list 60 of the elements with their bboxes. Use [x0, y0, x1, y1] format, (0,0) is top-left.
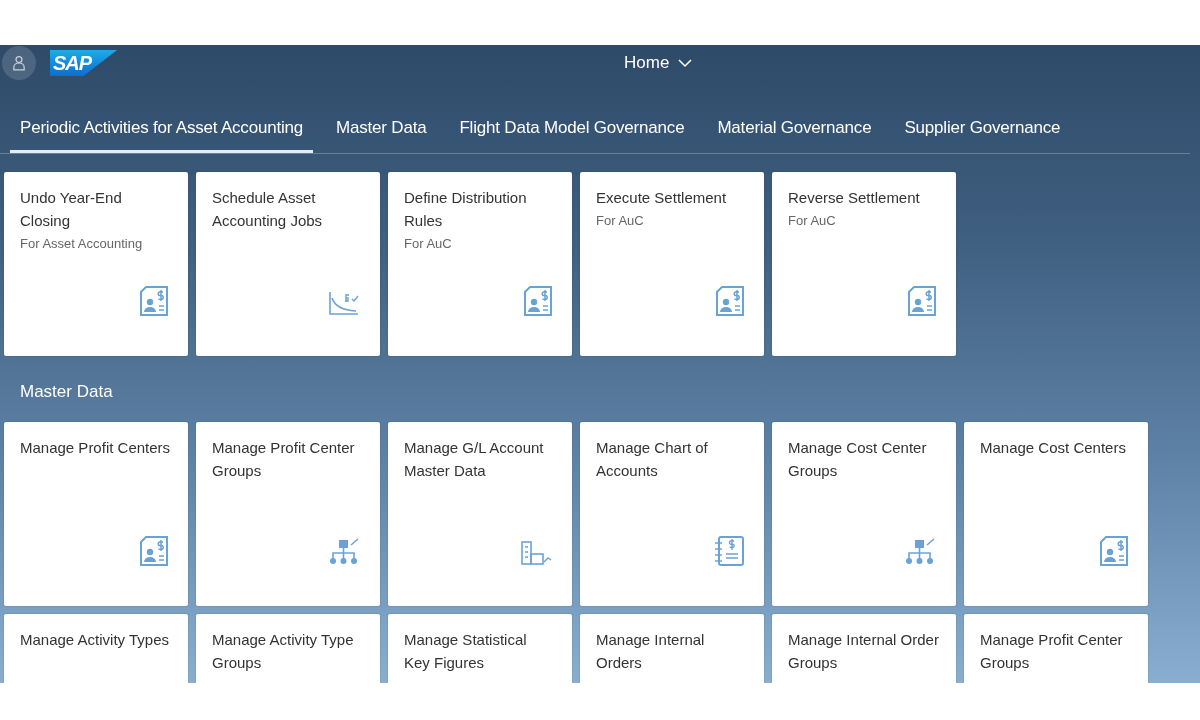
document-dollar-icon: [140, 536, 168, 566]
section-tab[interactable]: Material Governance: [707, 112, 882, 153]
app-tile[interactable]: Manage Profit Centers: [4, 422, 188, 606]
document-dollar-icon: [716, 286, 744, 316]
curve-chart-icon: [328, 290, 360, 316]
app-tile[interactable]: Manage Internal Order Groups: [772, 614, 956, 683]
tile-title: Execute Settlement: [596, 188, 728, 208]
user-icon: [13, 55, 25, 71]
ledger-icon: [714, 536, 744, 566]
tile-title: Manage G/L Account Master Data: [404, 438, 545, 481]
hierarchy-icon: [328, 538, 360, 566]
tile-title: Manage Profit Center Groups: [212, 438, 356, 481]
tile-title: Reverse Settlement: [788, 188, 921, 208]
tile-title: Manage Internal Order Groups: [788, 630, 940, 673]
building-icon: [520, 540, 552, 566]
tile-title: Manage Profit Center Groups: [980, 630, 1124, 673]
section-tab[interactable]: Master Data: [326, 112, 437, 153]
tile-title: Manage Chart of Accounts: [596, 438, 709, 481]
tile-title: Manage Statistical Key Figures: [404, 630, 528, 673]
tile-title: Undo Year-End Closing: [20, 188, 123, 231]
chevron-down-icon[interactable]: [677, 58, 694, 68]
section-title: Master Data: [19, 381, 114, 403]
document-dollar-icon: [524, 286, 552, 316]
tile-title: Manage Activity Types: [20, 630, 170, 650]
section-tab[interactable]: Flight Data Model Governance: [449, 112, 695, 153]
logo[interactable]: SAP: [50, 50, 118, 76]
app-tile[interactable]: Manage Activity Type Groups: [196, 614, 380, 683]
app-tile[interactable]: Manage Internal Orders: [580, 614, 764, 683]
tile-title: Manage Internal Orders: [596, 630, 706, 673]
user-avatar[interactable]: [2, 46, 36, 80]
app-tile[interactable]: Manage Statistical Key Figures: [388, 614, 572, 683]
app-tile[interactable]: Manage G/L Account Master Data: [388, 422, 572, 606]
tile-title: Define Distribution Rules: [404, 188, 528, 231]
tile-subtitle: For Asset Accounting: [20, 235, 144, 253]
app-tile[interactable]: Undo Year-End Closing For Asset Accounting: [4, 172, 188, 356]
tile-subtitle: For AuC: [788, 212, 837, 230]
app-tile[interactable]: Manage Profit Center Groups: [196, 422, 380, 606]
tile-title: Schedule Asset Accounting Jobs: [212, 188, 324, 231]
app-tile[interactable]: Manage Chart of Accounts: [580, 422, 764, 606]
tile-title: Manage Profit Centers: [20, 438, 172, 458]
document-dollar-icon: [1100, 536, 1128, 566]
page-title[interactable]: Home: [624, 53, 670, 73]
tile-title: Manage Cost Centers: [980, 438, 1127, 458]
app-tile[interactable]: Schedule Asset Accounting Jobs: [196, 172, 380, 356]
section-tab[interactable]: Supplier Governance: [894, 112, 1071, 153]
app-tile[interactable]: Manage Cost Center Groups: [772, 422, 956, 606]
app-tile[interactable]: Execute Settlement For AuC: [580, 172, 764, 356]
app-tile[interactable]: Manage Profit Center Groups: [964, 614, 1148, 683]
document-dollar-icon: [140, 286, 168, 316]
tile-title: Manage Activity Type Groups: [212, 630, 355, 673]
app-tile[interactable]: Reverse Settlement For AuC: [772, 172, 956, 356]
app-tile[interactable]: Manage Cost Centers: [964, 422, 1148, 606]
section-tab[interactable]: Periodic Activities for Asset Accounting: [10, 112, 314, 153]
tile-subtitle: For AuC: [404, 235, 453, 253]
document-dollar-icon: [908, 286, 936, 316]
hierarchy-icon: [904, 538, 936, 566]
app-tile[interactable]: Define Distribution Rules For AuC: [388, 172, 572, 356]
tile-title: Manage Cost Center Groups: [788, 438, 928, 481]
app-tile[interactable]: Manage Activity Types: [4, 614, 188, 683]
tile-subtitle: For AuC: [596, 212, 645, 230]
